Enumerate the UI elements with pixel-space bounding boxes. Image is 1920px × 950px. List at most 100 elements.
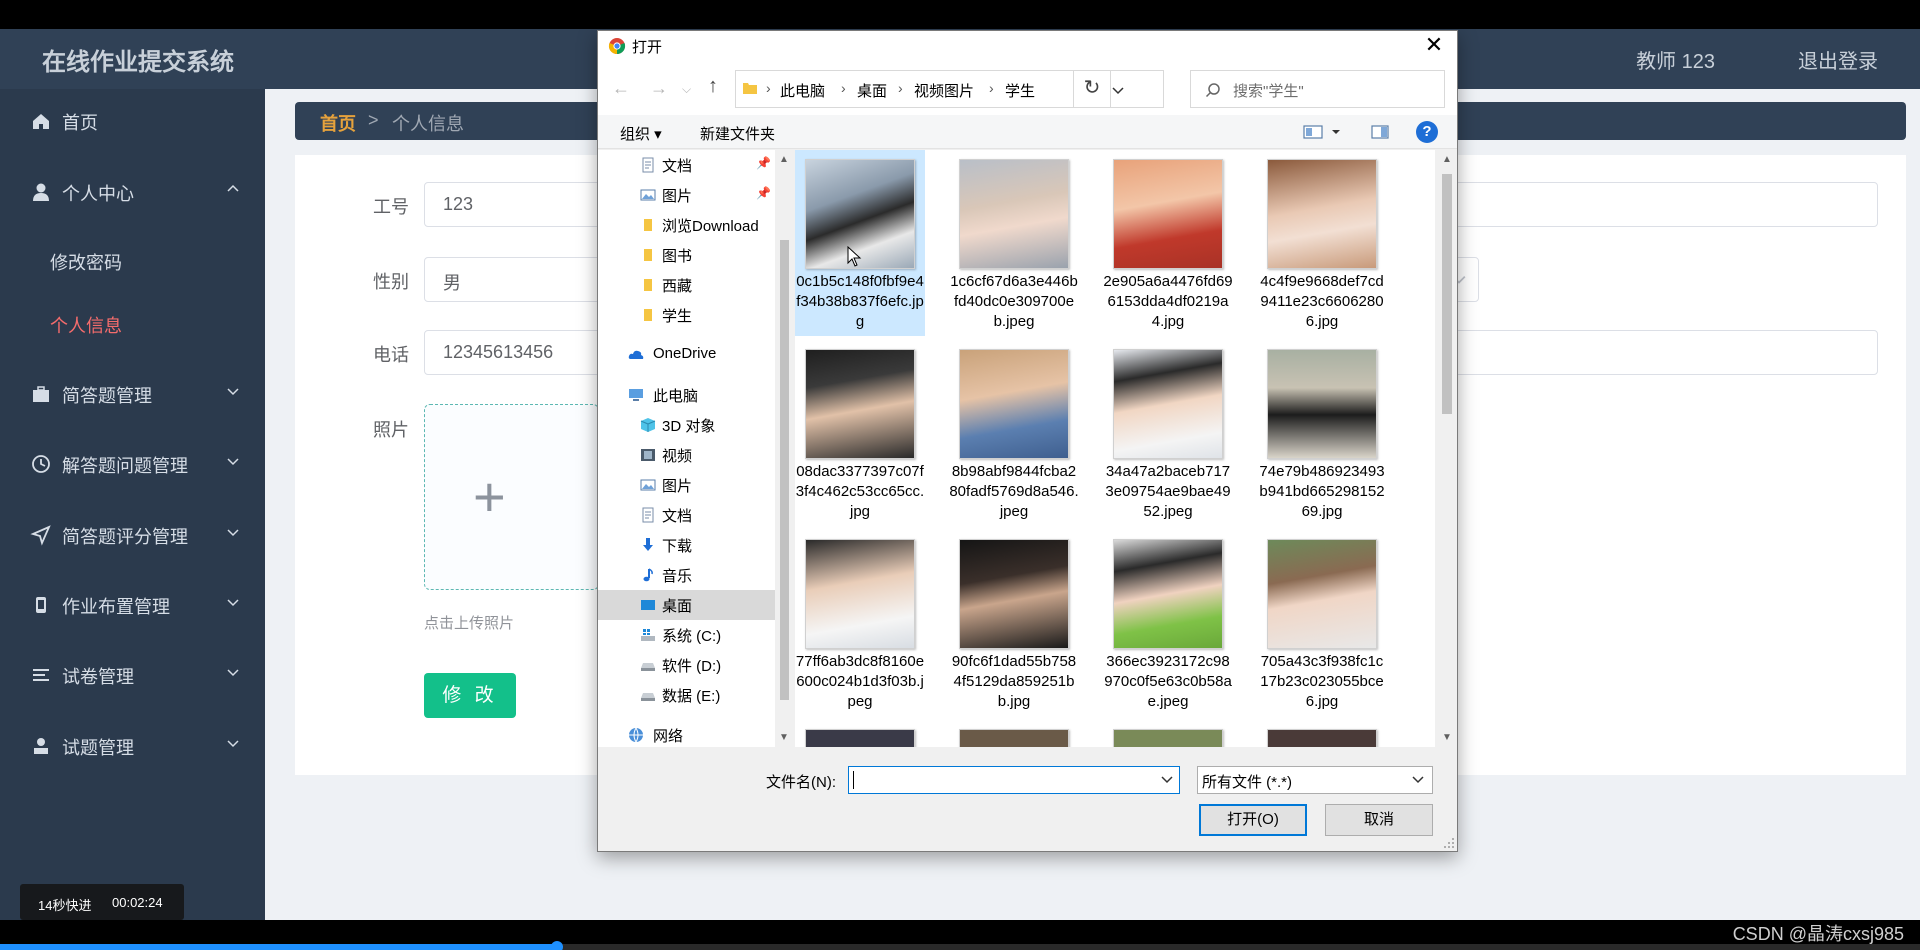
nav-item-tibet[interactable]: 西藏 (598, 270, 776, 300)
refresh-icon[interactable]: ↻ (1073, 70, 1111, 108)
forward-arrow-icon[interactable]: → (650, 78, 668, 99)
file-item[interactable]: 74e79b486923493b941bd66529815269.jpg (1257, 340, 1387, 526)
path-segment[interactable]: 学生 (1005, 80, 1035, 101)
nav-item-drive-e[interactable]: 数据 (E:) (598, 680, 776, 710)
image-thumbnail (1267, 729, 1377, 747)
logout-link[interactable]: 退出登录 (1798, 45, 1878, 74)
nav-item-label: 西藏 (662, 278, 693, 295)
scrollbar-thumb[interactable] (780, 240, 789, 700)
file-item[interactable]: 90fc6f1dad55b7584f5129da859251bb.jpg (949, 530, 1079, 716)
open-button[interactable]: 打开(O) (1199, 804, 1307, 836)
file-name-input[interactable] (848, 766, 1180, 794)
submenu-change-password[interactable]: 修改密码 (50, 249, 122, 275)
sidebar-item-label: 解答题问题管理 (62, 456, 188, 476)
nav-item-desktop[interactable]: 桌面 (598, 590, 776, 620)
image-thumbnail (959, 159, 1069, 269)
path-separator: › (989, 80, 994, 96)
sidebar-item-label: 首页 (62, 113, 98, 133)
new-folder-button[interactable]: 新建文件夹 (700, 123, 775, 144)
file-item[interactable] (795, 720, 925, 747)
cloud-icon (628, 350, 644, 359)
file-item[interactable]: 1c6cf67d6a3e446bfd40dc0e309700eb.jpeg (949, 150, 1079, 336)
file-type-select[interactable]: 所有文件 (*.*) (1197, 766, 1433, 794)
sidebar-item-home[interactable]: 首页 (0, 96, 265, 146)
path-separator: › (841, 80, 846, 96)
nav-item-drive-d[interactable]: 软件 (D:) (598, 650, 776, 680)
nav-item-students[interactable]: 学生 (598, 300, 776, 330)
sidebar-item-short-answer[interactable]: 简答题管理 (0, 369, 265, 419)
sidebar-item-homework[interactable]: 作业布置管理 (0, 580, 265, 630)
scroll-down-icon[interactable]: ▼ (779, 732, 789, 743)
nav-item-books[interactable]: 图书 (598, 240, 776, 270)
watermark: CSDN @晶涛cxsj985 (1732, 924, 1904, 944)
nav-item-documents[interactable]: 文档 (598, 500, 776, 530)
sidebar-item-exam-paper[interactable]: 试卷管理 (0, 650, 265, 700)
nav-item-drive-c[interactable]: 系统 (C:) (598, 620, 776, 650)
nav-item-music[interactable]: 音乐 (598, 560, 776, 590)
sidebar-item-personal-center[interactable]: 个人中心 (0, 167, 265, 217)
path-segment[interactable]: 桌面 (857, 80, 887, 101)
scrollbar-thumb[interactable] (1442, 174, 1452, 414)
skip-indicator: 14秒快进 (38, 898, 92, 913)
back-arrow-icon[interactable]: ← (612, 78, 630, 99)
view-icon[interactable] (1303, 124, 1323, 140)
up-arrow-icon[interactable]: ↑ (708, 75, 718, 98)
chevron-down-icon[interactable] (1331, 128, 1341, 136)
progress-handle[interactable] (551, 941, 563, 950)
file-name: 1c6cf67d6a3e446bfd40dc0e309700eb.jpeg (950, 273, 1078, 330)
nav-item-network[interactable]: 网络 (598, 720, 776, 747)
photo-upload[interactable]: + (424, 404, 599, 590)
chevron-down-icon (227, 458, 239, 466)
file-scrollbar[interactable]: ▲ ▼ (1436, 150, 1457, 747)
help-icon[interactable]: ? (1416, 121, 1438, 143)
submit-button[interactable]: 修 改 (424, 673, 516, 718)
image-thumbnail (1267, 159, 1377, 269)
nav-item-downloads[interactable]: 下载 (598, 530, 776, 560)
file-name: 705a43c3f938fc1c17b23c023055bce6.jpg (1260, 653, 1384, 710)
nav-item-onedrive[interactable]: OneDrive (598, 340, 776, 370)
download-icon (643, 538, 653, 551)
file-item[interactable] (1257, 720, 1387, 747)
file-item[interactable]: 8b98abf9844fcba280fadf5769d8a546.jpeg (949, 340, 1079, 526)
organize-button[interactable]: 组织 ▾ (620, 123, 662, 144)
close-button[interactable]: ✕ (1411, 31, 1457, 61)
path-segment[interactable]: 视频图片 (914, 80, 974, 101)
preview-pane-icon[interactable] (1371, 124, 1389, 140)
chevron-down-icon[interactable] (1161, 775, 1173, 785)
file-item[interactable] (1103, 720, 1233, 747)
scroll-down-icon[interactable]: ▼ (1442, 732, 1452, 743)
sidebar-item-grading[interactable]: 简答题评分管理 (0, 510, 265, 560)
file-item[interactable]: 366ec3923172c98970c0f5e63c0b58ae.jpeg (1103, 530, 1233, 716)
file-item[interactable]: 34a47a2baceb7173e09754ae9bae4952.jpeg (1103, 340, 1233, 526)
nav-item-documents-pinned[interactable]: 文档 📌 (598, 150, 776, 180)
file-item[interactable]: 4c4f9e9668def7cd9411e23c66062806.jpg (1257, 150, 1387, 336)
path-segment[interactable]: 此电脑 (780, 80, 825, 101)
recent-dropdown-icon[interactable]: ⌵ (682, 82, 691, 97)
scroll-up-icon[interactable]: ▲ (1442, 154, 1452, 165)
search-input[interactable]: 搜索"学生" (1190, 70, 1445, 108)
submenu-personal-info[interactable]: 个人信息 (50, 312, 122, 338)
breadcrumb-home[interactable]: 首页 (320, 110, 356, 136)
nav-item-browser-download[interactable]: 浏览Download (598, 210, 776, 240)
file-item[interactable]: 705a43c3f938fc1c17b23c023055bce6.jpg (1257, 530, 1387, 716)
resize-grip-icon[interactable] (1443, 837, 1455, 849)
file-item[interactable]: 0c1b5c148f0fbf9e4f34b38b837f6efc.jpg (795, 150, 925, 336)
nav-item-pictures-pinned[interactable]: 图片 📌 (598, 180, 776, 210)
file-item[interactable]: 08dac3377397c07f3f4c462c53cc65cc.jpg (795, 340, 925, 526)
file-item[interactable]: 77ff6ab3dc8f8160e600c024b1d3f03b.jpeg (795, 530, 925, 716)
sidebar-item-question-management[interactable]: 解答题问题管理 (0, 439, 265, 489)
nav-item-3d-objects[interactable]: 3D 对象 (598, 410, 776, 440)
nav-item-videos[interactable]: 视频 (598, 440, 776, 470)
document-icon (642, 507, 654, 523)
file-item[interactable]: 2e905a6a4476fd696153dda4df0219a4.jpg (1103, 150, 1233, 336)
photo-hint: 点击上传照片 (424, 615, 515, 632)
scroll-up-icon[interactable]: ▲ (779, 154, 789, 165)
send-icon (30, 525, 51, 546)
nav-item-this-pc[interactable]: 此电脑 (598, 380, 776, 410)
file-item[interactable] (949, 720, 1079, 747)
chevron-down-icon[interactable] (1111, 83, 1125, 97)
sidebar-item-questions[interactable]: 试题管理 (0, 721, 265, 771)
cancel-button[interactable]: 取消 (1325, 804, 1433, 836)
nav-scrollbar[interactable]: ▲ ▼ (775, 150, 793, 747)
nav-item-pictures[interactable]: 图片 (598, 470, 776, 500)
